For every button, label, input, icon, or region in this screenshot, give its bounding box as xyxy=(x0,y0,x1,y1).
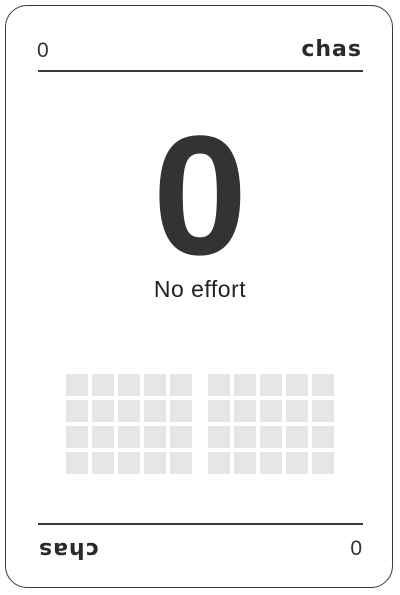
effort-cell xyxy=(286,374,308,396)
top-corner-value: 0 xyxy=(37,39,49,62)
effort-cell xyxy=(118,426,140,448)
effort-cell xyxy=(286,400,308,422)
effort-cell xyxy=(286,426,308,448)
effort-cell xyxy=(312,452,334,474)
effort-cell xyxy=(92,452,114,474)
effort-cell xyxy=(170,426,192,448)
effort-cell xyxy=(92,426,114,448)
effort-cell xyxy=(66,452,88,474)
effort-cell xyxy=(234,426,256,448)
estimation-card[interactable]: 0 chas 0 No effort chas 0 xyxy=(5,5,393,588)
effort-cell xyxy=(260,374,282,396)
effort-cell xyxy=(170,400,192,422)
card-label: No effort xyxy=(153,276,247,302)
effort-cell xyxy=(144,426,166,448)
effort-cell xyxy=(66,426,88,448)
effort-cell xyxy=(208,400,230,422)
effort-cell xyxy=(208,374,230,396)
effort-cell xyxy=(92,400,114,422)
brand-logo-bottom: chas xyxy=(38,537,99,562)
effort-cell xyxy=(312,400,334,422)
effort-cell xyxy=(260,452,282,474)
effort-cell xyxy=(286,452,308,474)
effort-cell xyxy=(234,400,256,422)
effort-cell xyxy=(118,374,140,396)
effort-cell xyxy=(208,426,230,448)
effort-cell xyxy=(234,452,256,474)
effort-cell xyxy=(144,452,166,474)
effort-cell xyxy=(170,452,192,474)
effort-cell xyxy=(260,426,282,448)
brand-logo-top: chas xyxy=(301,37,362,62)
effort-cell xyxy=(260,400,282,422)
effort-cell xyxy=(234,374,256,396)
effort-cell xyxy=(118,452,140,474)
top-divider xyxy=(38,70,363,72)
effort-cell xyxy=(312,426,334,448)
effort-cell xyxy=(170,374,192,396)
bottom-divider xyxy=(38,523,363,525)
effort-cell xyxy=(312,374,334,396)
effort-cell xyxy=(208,452,230,474)
effort-grid-right xyxy=(208,374,334,474)
effort-cell xyxy=(144,400,166,422)
effort-grid-left xyxy=(66,374,192,474)
effort-cell xyxy=(92,374,114,396)
bottom-corner-value: 0 xyxy=(350,537,362,560)
effort-cell xyxy=(118,400,140,422)
effort-cell xyxy=(66,400,88,422)
effort-cell xyxy=(66,374,88,396)
effort-cell xyxy=(144,374,166,396)
card-value: 0 xyxy=(152,101,248,291)
